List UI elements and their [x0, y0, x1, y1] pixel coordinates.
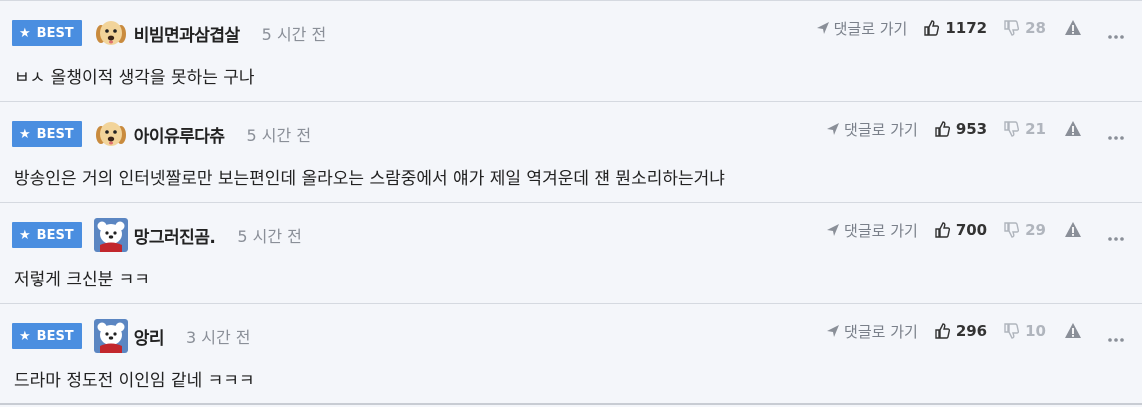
dislike-count: 10: [1025, 322, 1046, 340]
star-icon: ★: [19, 126, 31, 142]
dislike-count: 28: [1025, 19, 1046, 37]
polar-bear-avatar-icon[interactable]: [93, 319, 128, 353]
like-button[interactable]: 700: [934, 221, 987, 239]
comment-header: ★ BEST 비빔면과삼겹살 5 시간 전: [12, 15, 326, 51]
comment-item: ★ BEST 망그러진곰. 5 시간 전 댓글로 가기 700 29 저렇게 크…: [0, 203, 1142, 304]
star-icon: ★: [19, 25, 31, 41]
like-count: 1172: [945, 19, 988, 37]
nickname[interactable]: 아이유루다츄: [134, 122, 225, 147]
nickname[interactable]: 앙리: [134, 324, 165, 349]
nickname[interactable]: 비빔면과삼겹살: [134, 21, 240, 46]
comment-actions: 댓글로 가기 953 21: [826, 116, 1124, 142]
more-options-icon[interactable]: [1108, 126, 1124, 140]
dislike-count: 29: [1025, 221, 1046, 239]
dislike-count: 21: [1025, 120, 1046, 138]
more-options-icon[interactable]: [1108, 328, 1124, 342]
go-to-reply-link[interactable]: 댓글로 가기: [816, 18, 908, 39]
send-arrow-icon: [827, 123, 840, 135]
nickname[interactable]: 망그러진곰.: [134, 223, 216, 248]
best-badge: ★ BEST: [12, 20, 82, 46]
comment-header: ★ BEST 앙리 3 시간 전: [12, 318, 250, 354]
dislike-button[interactable]: 21: [1003, 120, 1046, 138]
comment-text: ㅂㅅ 올챙이적 생각을 못하는 구나: [14, 68, 255, 88]
comment-actions: 댓글로 가기 1172 28: [816, 15, 1124, 41]
like-button[interactable]: 953: [934, 120, 987, 138]
thumbs-up-icon: [935, 121, 950, 137]
timestamp: 5 시간 전: [237, 227, 302, 246]
report-warning-icon[interactable]: [1064, 120, 1082, 138]
comment-text: 방송인은 거의 인터넷짤로만 보는편인데 올라오는 스람중에서 얘가 제일 역겨…: [14, 169, 725, 189]
like-count: 700: [955, 221, 988, 239]
comment-item: ★ BEST 앙리 3 시간 전 댓글로 가기 296 10 드라마 정도전 이…: [0, 304, 1142, 405]
send-arrow-icon: [827, 325, 840, 337]
go-to-reply-label: 댓글로 가기: [833, 19, 908, 38]
star-icon: ★: [19, 227, 31, 243]
thumbs-down-icon: [1004, 20, 1020, 36]
polar-bear-avatar-icon[interactable]: [93, 218, 128, 252]
like-button[interactable]: 296: [934, 322, 987, 340]
thumbs-up-icon: [935, 323, 950, 339]
timestamp: 3 시간 전: [185, 328, 251, 347]
go-to-reply-label: 댓글로 가기: [844, 221, 918, 240]
go-to-reply-link[interactable]: 댓글로 가기: [826, 119, 918, 140]
comment-actions: 댓글로 가기 296 10: [826, 318, 1124, 344]
thumbs-down-icon: [1004, 222, 1020, 238]
best-badge-label: BEST: [36, 328, 74, 344]
report-warning-icon[interactable]: [1064, 19, 1082, 37]
best-badge-label: BEST: [36, 227, 74, 243]
best-badge: ★ BEST: [12, 222, 82, 248]
best-badge: ★ BEST: [12, 323, 82, 349]
comment-header: ★ BEST 아이유루다츄 5 시간 전: [12, 116, 311, 152]
star-icon: ★: [19, 328, 31, 344]
thumbs-up-icon: [935, 222, 950, 238]
comment-item: ★ BEST 아이유루다츄 5 시간 전 댓글로 가기 953 21 방송인은 …: [0, 102, 1142, 203]
go-to-reply-label: 댓글로 가기: [844, 120, 918, 139]
thumbs-up-icon: [924, 20, 940, 36]
more-options-icon[interactable]: [1108, 227, 1124, 241]
best-badge: ★ BEST: [12, 121, 82, 147]
puppy-avatar-icon[interactable]: [93, 117, 128, 151]
thumbs-down-icon: [1004, 121, 1020, 137]
comment-item: ★ BEST 비빔면과삼겹살 5 시간 전 댓글로 가기 1172 28 ㅂㅅ …: [0, 1, 1142, 102]
go-to-reply-link[interactable]: 댓글로 가기: [826, 321, 918, 342]
like-count: 296: [955, 322, 988, 340]
send-arrow-icon: [816, 22, 829, 34]
comment-text: 드라마 정도전 이인임 같네 ㅋㅋㅋ: [14, 371, 255, 391]
send-arrow-icon: [827, 224, 840, 236]
go-to-reply-label: 댓글로 가기: [844, 322, 918, 341]
comment-text: 저렇게 크신분 ㅋㅋ: [14, 270, 150, 290]
dislike-button[interactable]: 10: [1003, 322, 1046, 340]
timestamp: 5 시간 전: [246, 126, 312, 145]
comment-actions: 댓글로 가기 700 29: [826, 217, 1124, 243]
report-warning-icon[interactable]: [1064, 221, 1082, 239]
go-to-reply-link[interactable]: 댓글로 가기: [826, 220, 918, 241]
report-warning-icon[interactable]: [1064, 322, 1082, 340]
thumbs-down-icon: [1004, 323, 1020, 339]
like-count: 953: [955, 120, 988, 138]
comment-header: ★ BEST 망그러진곰. 5 시간 전: [12, 217, 302, 253]
timestamp: 5 시간 전: [261, 25, 327, 44]
like-button[interactable]: 1172: [923, 19, 987, 37]
more-options-icon[interactable]: [1108, 25, 1124, 39]
dislike-button[interactable]: 29: [1003, 221, 1046, 239]
puppy-avatar-icon[interactable]: [93, 16, 128, 50]
best-badge-label: BEST: [36, 25, 74, 41]
dislike-button[interactable]: 28: [1003, 19, 1046, 37]
comment-list: ★ BEST 비빔면과삼겹살 5 시간 전 댓글로 가기 1172 28 ㅂㅅ …: [0, 0, 1142, 407]
best-badge-label: BEST: [36, 126, 74, 142]
